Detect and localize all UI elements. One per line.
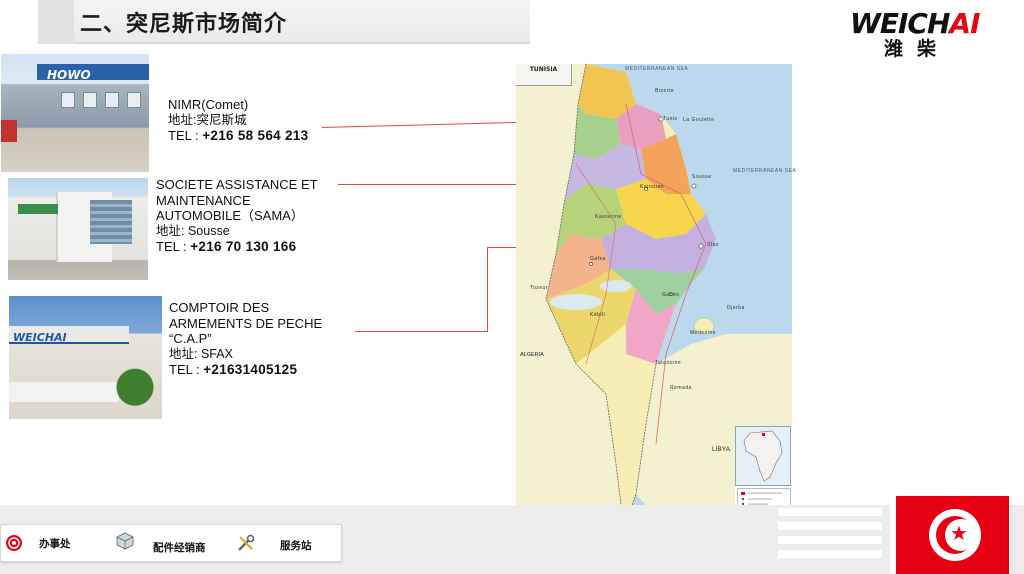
map-city-label: Djerba xyxy=(727,305,745,311)
dealer-tel: TEL : +216 58 564 213 xyxy=(168,128,309,143)
map-city-label: Kébili xyxy=(590,312,606,318)
dealer-photo-nimr: HOWO xyxy=(1,54,149,172)
map-city-label: Tunis xyxy=(663,116,678,122)
map-city-label: Sfax xyxy=(707,242,720,248)
logo-wordmark: WEICHAI xyxy=(850,10,1000,38)
weichai-logo: WEICHAI 潍柴 xyxy=(850,10,1000,62)
map-city-label: Gafsa xyxy=(590,256,606,262)
logo-chinese: 潍柴 xyxy=(884,38,951,60)
tools-icon xyxy=(236,533,255,551)
dealer-name: COMPTOIR DES ARMEMENTS DE PECHE “C.A.P” xyxy=(169,300,323,346)
legend-office-label: 办事处 xyxy=(39,538,71,550)
map-sea-label: MEDITERRANEAN SEA xyxy=(625,66,689,72)
map-city-label: Remada xyxy=(670,385,692,391)
flag-star-icon: ★ xyxy=(950,521,968,545)
dealer-name: NIMR(Comet) xyxy=(168,97,249,112)
legend-parts-label: 配件经销商 xyxy=(153,542,206,554)
howo-sign: HOWO xyxy=(37,64,149,82)
map-city-label: Médenine xyxy=(690,330,716,336)
dealer-address: 地址: SFAX xyxy=(169,346,233,361)
map-city-label: Gabès xyxy=(662,292,680,298)
dealer-info-sama: SOCIETE ASSISTANCE ET MAINTENANCE AUTOMO… xyxy=(156,177,336,255)
dealer-photo-cap: WEICHAI xyxy=(9,296,162,419)
parts-box-icon xyxy=(115,530,134,550)
dealer-address: 地址: Sousse xyxy=(156,223,230,238)
map-inset-africa xyxy=(735,426,791,486)
dealer-info-nimr: NIMR(Comet) 地址:突尼斯城 TEL : +216 58 564 21… xyxy=(168,97,308,144)
dealer-tel: TEL : +21631405125 xyxy=(169,362,298,377)
map-city-label: Tataouine xyxy=(655,360,682,366)
map-city-label: Kairouan xyxy=(640,184,665,190)
map-city-label: Bizerte xyxy=(655,88,675,94)
map-city-label: La Goulette xyxy=(683,117,715,123)
footer-legend: 办事处 配件经销商 服务站 xyxy=(0,524,342,562)
dealer-address: 地址:突尼斯城 xyxy=(168,112,247,127)
connector-line-sfax-h1 xyxy=(355,331,487,332)
map-sea-label: MEDITERRANEAN SEA xyxy=(733,168,797,174)
page-title: 二、突尼斯市场简介 xyxy=(80,12,288,37)
map-country-label: ALGERIA xyxy=(520,352,544,358)
map-title-box: TUNISIA xyxy=(516,64,572,86)
title-accent xyxy=(38,0,74,44)
dealer-name: SOCIETE ASSISTANCE ET MAINTENANCE AUTOMO… xyxy=(156,177,318,223)
slide: 二、突尼斯市场简介 WEICHAI 潍柴 HOWO WEICHAI NIMR(C… xyxy=(0,0,1024,574)
footer-stripes xyxy=(778,508,882,568)
map-city-label: Tozeur xyxy=(530,285,549,291)
dealer-photo-sama xyxy=(8,178,148,280)
logo-text-right: AI xyxy=(949,7,980,40)
connector-line-sfax-v xyxy=(487,247,488,332)
map-country-label: LIBYA xyxy=(712,446,730,453)
dealer-tel: TEL : +216 70 130 166 xyxy=(156,239,297,254)
dealer-info-cap: COMPTOIR DES ARMEMENTS DE PECHE “C.A.P” … xyxy=(169,300,344,378)
weichai-sign: WEICHAI xyxy=(9,326,129,344)
map-city-label: Kasserine xyxy=(595,214,622,220)
tunisia-flag: ★ xyxy=(890,496,1009,574)
logo-text-left: WEICH xyxy=(850,7,950,40)
office-icon xyxy=(5,534,23,552)
legend-service-label: 服务站 xyxy=(280,540,312,552)
map-city-label: Sousse xyxy=(692,174,712,180)
